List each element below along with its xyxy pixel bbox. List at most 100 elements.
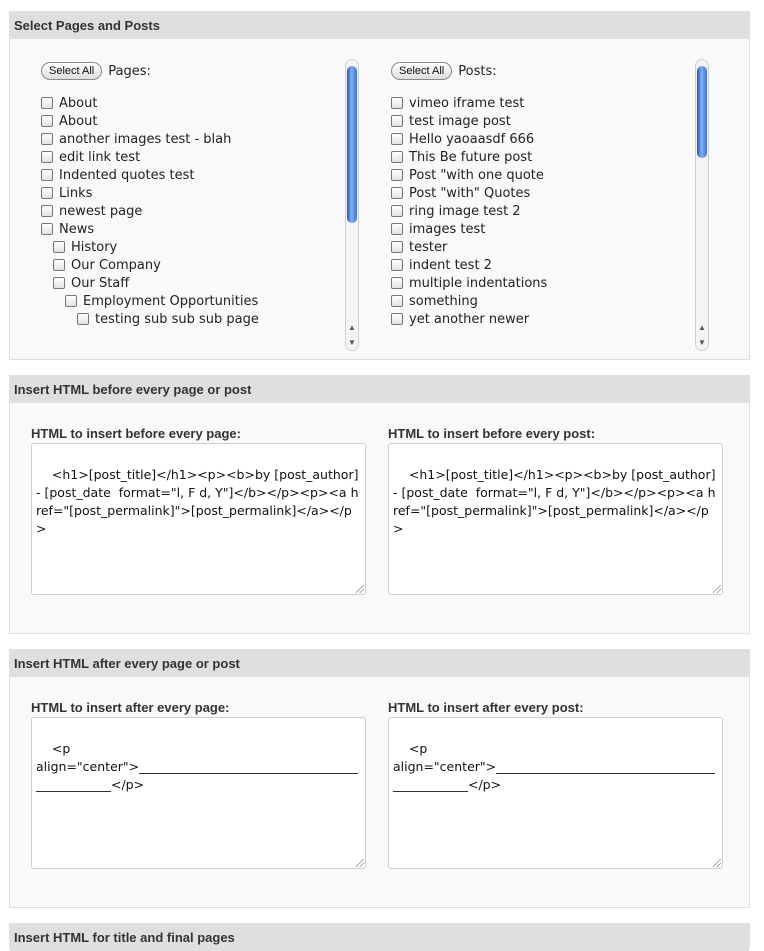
posts-checkbox-item[interactable]: something — [391, 292, 691, 310]
posts-checkbox-item[interactable]: Post "with one quote — [391, 166, 691, 184]
before-post-textarea[interactable]: <h1>[post_title]</h1><p><b>by [post_auth… — [388, 443, 723, 595]
posts-checkbox-item[interactable]: This Be future post — [391, 148, 691, 166]
scroll-up-arrow-icon[interactable]: ▲ — [696, 323, 708, 333]
posts-checkbox-item[interactable]: test image post — [391, 112, 691, 130]
checkbox[interactable] — [41, 205, 53, 217]
posts-checkbox-item[interactable]: indent test 2 — [391, 256, 691, 274]
checkbox[interactable] — [77, 313, 89, 325]
checkbox[interactable] — [391, 97, 403, 109]
insert-after-panel: Insert HTML after every page or post HTM… — [9, 649, 750, 908]
scroll-down-arrow-icon[interactable]: ▼ — [346, 338, 358, 348]
posts-scroll-thumb[interactable] — [697, 66, 707, 158]
checkbox-label: Links — [59, 185, 93, 201]
checkbox-label: edit link test — [59, 149, 141, 165]
select-pages-posts-panel: Select Pages and Posts Select All Pages:… — [9, 11, 750, 360]
before-page-label: HTML to insert before every page: — [31, 426, 241, 441]
checkbox[interactable] — [391, 241, 403, 253]
checkbox-label: images test — [409, 221, 486, 237]
insert-before-panel: Insert HTML before every page or post HT… — [9, 375, 750, 634]
posts-list: Select All Posts: vimeo iframe test test … — [391, 58, 691, 360]
after-page-label: HTML to insert after every page: — [31, 700, 230, 715]
pages-list-header: Select All Pages: — [41, 58, 341, 84]
checkbox-label: indent test 2 — [409, 257, 492, 273]
checkbox-label: something — [409, 293, 478, 309]
checkbox[interactable] — [41, 133, 53, 145]
insert-title-final-panel: Insert HTML for title and final pages — [9, 923, 750, 951]
before-page-textarea[interactable]: <h1>[post_title]</h1><p><b>by [post_auth… — [31, 443, 366, 595]
pages-checkbox-item[interactable]: Our Company — [41, 256, 341, 274]
checkbox[interactable] — [391, 259, 403, 271]
checkbox-label: Post "with one quote — [409, 167, 544, 183]
checkbox[interactable] — [41, 169, 53, 181]
pages-items: About About another images test - blah edit… — [41, 94, 341, 328]
after-page-textarea[interactable]: <p align="center">______________________… — [31, 717, 366, 869]
pages-checkbox-item[interactable]: Employment Opportunities — [41, 292, 341, 310]
resize-grip-icon[interactable] — [356, 585, 364, 593]
checkbox-label: testing sub sub sub page — [95, 311, 259, 327]
pages-checkbox-item[interactable]: History — [41, 238, 341, 256]
after-post-textarea[interactable]: <p align="center">______________________… — [388, 717, 723, 869]
scroll-up-arrow-icon[interactable]: ▲ — [346, 323, 358, 333]
checkbox[interactable] — [391, 205, 403, 217]
select-all-posts-button[interactable]: Select All — [391, 62, 453, 80]
textarea-value: <h1>[post_title]</h1><p><b>by [post_auth… — [393, 467, 720, 536]
pages-checkbox-item[interactable]: testing sub sub sub page — [41, 310, 341, 328]
posts-checkbox-item[interactable]: multiple indentations — [391, 274, 691, 292]
checkbox[interactable] — [41, 115, 53, 127]
checkbox[interactable] — [41, 151, 53, 163]
checkbox[interactable] — [53, 259, 65, 271]
pages-checkbox-item[interactable]: edit link test — [41, 148, 341, 166]
pages-checkbox-item[interactable]: newest page — [41, 202, 341, 220]
posts-checkbox-item[interactable]: images test — [391, 220, 691, 238]
checkbox[interactable] — [41, 187, 53, 199]
checkbox-label: About — [59, 113, 98, 129]
checkbox[interactable] — [391, 277, 403, 289]
checkbox[interactable] — [391, 115, 403, 127]
checkbox[interactable] — [391, 133, 403, 145]
after-post-label: HTML to insert after every post: — [388, 700, 584, 715]
checkbox[interactable] — [53, 241, 65, 253]
pages-checkbox-item[interactable]: About — [41, 94, 341, 112]
posts-checkbox-item[interactable]: Post "with" Quotes — [391, 184, 691, 202]
pages-checkbox-item[interactable]: Links — [41, 184, 341, 202]
checkbox-label: test image post — [409, 113, 511, 129]
before-post-label: HTML to insert before every post: — [388, 426, 596, 441]
scroll-down-arrow-icon[interactable]: ▼ — [696, 338, 708, 348]
textarea-value: <p align="center">______________________… — [36, 741, 358, 792]
posts-list-header: Select All Posts: — [391, 58, 691, 84]
posts-checkbox-item[interactable]: tester — [391, 238, 691, 256]
pages-checkbox-item[interactable]: News — [41, 220, 341, 238]
posts-checkbox-item[interactable]: yet another newer — [391, 310, 691, 328]
posts-checkbox-item[interactable]: ring image test 2 — [391, 202, 691, 220]
pages-scroll-thumb[interactable] — [347, 66, 357, 223]
pages-checkbox-item[interactable]: About — [41, 112, 341, 130]
checkbox[interactable] — [53, 277, 65, 289]
checkbox[interactable] — [391, 169, 403, 181]
checkbox[interactable] — [41, 97, 53, 109]
checkbox[interactable] — [391, 313, 403, 325]
resize-grip-icon[interactable] — [356, 859, 364, 867]
checkbox-label: Our Staff — [71, 275, 130, 291]
checkbox[interactable] — [41, 223, 53, 235]
checkbox[interactable] — [391, 295, 403, 307]
pages-checkbox-item[interactable]: Our Staff — [41, 274, 341, 292]
checkbox-label: vimeo iframe test — [409, 95, 525, 111]
section-title: Insert HTML after every page or post — [10, 650, 749, 677]
checkbox[interactable] — [65, 295, 77, 307]
checkbox-label: Indented quotes test — [59, 167, 195, 183]
pages-scrollbar[interactable]: ▲ ▼ — [345, 59, 359, 351]
posts-checkbox-item[interactable]: vimeo iframe test — [391, 94, 691, 112]
checkbox-label: Our Company — [71, 257, 161, 273]
posts-items: vimeo iframe test test image post Hello ya… — [391, 94, 691, 328]
section-title: Insert HTML for title and final pages — [10, 924, 749, 951]
select-all-pages-button[interactable]: Select All — [41, 62, 103, 80]
posts-scrollbar[interactable]: ▲ ▼ — [695, 59, 709, 351]
checkbox[interactable] — [391, 187, 403, 199]
checkbox[interactable] — [391, 151, 403, 163]
pages-checkbox-item[interactable]: Indented quotes test — [41, 166, 341, 184]
resize-grip-icon[interactable] — [713, 585, 721, 593]
posts-checkbox-item[interactable]: Hello yaoaasdf 666 — [391, 130, 691, 148]
checkbox[interactable] — [391, 223, 403, 235]
resize-grip-icon[interactable] — [713, 859, 721, 867]
pages-checkbox-item[interactable]: another images test - blah — [41, 130, 341, 148]
